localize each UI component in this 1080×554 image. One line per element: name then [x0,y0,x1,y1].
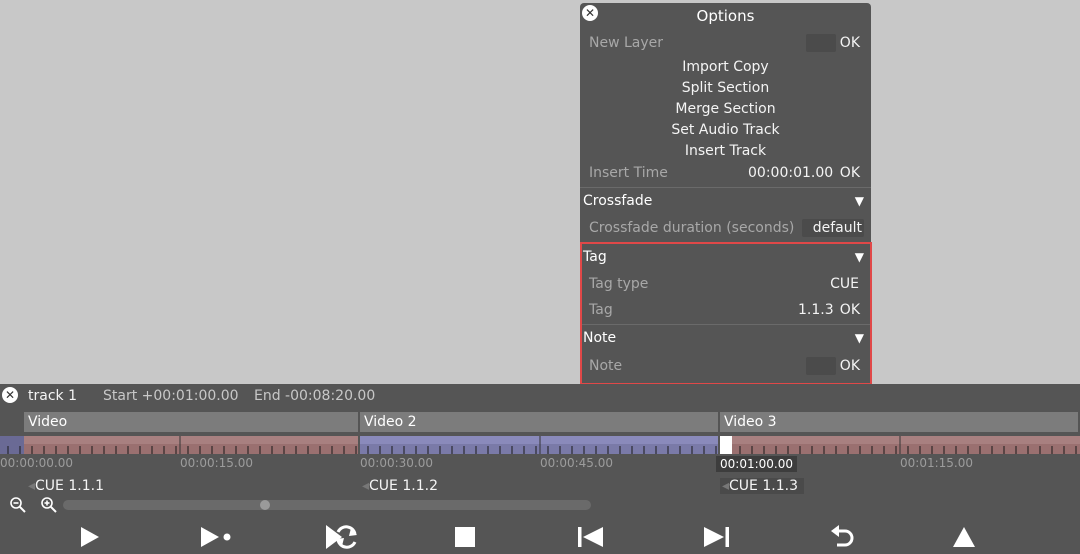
menu-split-section[interactable]: Split Section [580,78,871,98]
loop-icon[interactable] [324,523,358,551]
insert-time-label: Insert Time [589,165,668,181]
menu-set-audio-track[interactable]: Set Audio Track [580,120,871,140]
insert-time-ok-button[interactable]: OK [840,163,860,183]
zoom-in-icon[interactable] [41,497,57,513]
tag-note-highlight [580,242,872,385]
new-layer-ok-button[interactable]: OK [840,33,860,53]
timeline-panel: ✕ track 1 Start +00:01:00.00 End -00:08:… [0,384,1080,554]
cue-label: CUE 1.1.3 [729,478,798,494]
skip-back-icon[interactable] [577,526,605,548]
zoom-out-icon[interactable] [10,497,26,513]
skip-forward-icon[interactable] [702,526,730,548]
time-label: 00:00:15.00 [180,456,253,470]
new-layer-label: New Layer [589,35,664,51]
play-to-next-icon[interactable] [199,525,233,549]
cue-marker[interactable]: ◂CUE 1.1.1 [28,478,104,494]
play-icon[interactable] [78,525,102,549]
time-label: 00:00:00.00 [0,456,73,470]
crossfade-duration-label: Crossfade duration (seconds) [589,220,795,236]
new-layer-input[interactable] [806,34,836,52]
menu-merge-section[interactable]: Merge Section [580,99,871,119]
menu-import-copy[interactable]: Import Copy [580,57,871,77]
cue-label: CUE 1.1.1 [35,478,104,494]
clip-video-3[interactable]: Video 3 [720,412,1078,432]
cue-marker-selected[interactable]: ◂CUE 1.1.3 [720,478,804,494]
close-icon[interactable]: ✕ [2,387,18,403]
eject-icon[interactable] [952,525,976,549]
menu-insert-track[interactable]: Insert Track [580,141,871,161]
clip-video-2[interactable]: Video 2 [360,412,718,432]
clip-video[interactable]: Video [24,412,358,432]
clip-thumbnails-strip[interactable] [0,436,1080,454]
time-label: 00:00:30.00 [360,456,433,470]
zoom-scrollbar[interactable] [63,500,591,510]
cue-marker[interactable]: ◂CUE 1.1.2 [362,478,438,494]
zoom-scroll-thumb[interactable] [259,500,270,510]
crossfade-duration-value: default [812,220,862,236]
options-title: Options [696,7,755,25]
time-label: 00:00:45.00 [540,456,613,470]
track-end: End -00:08:20.00 [254,388,376,404]
track-name: track 1 [28,388,77,404]
collapse-triangle-icon[interactable]: ▼ [855,191,864,211]
stop-icon[interactable] [454,526,476,548]
undo-icon[interactable] [829,525,855,549]
time-label: 00:01:15.00 [900,456,973,470]
crossfade-header[interactable]: Crossfade [583,191,652,211]
divider [580,187,871,188]
track-start: Start +00:01:00.00 [103,388,239,404]
cue-label: CUE 1.1.2 [369,478,438,494]
current-time-label: 00:01:00.00 [716,456,797,472]
insert-time-input[interactable]: 00:00:01.00 [748,163,833,183]
